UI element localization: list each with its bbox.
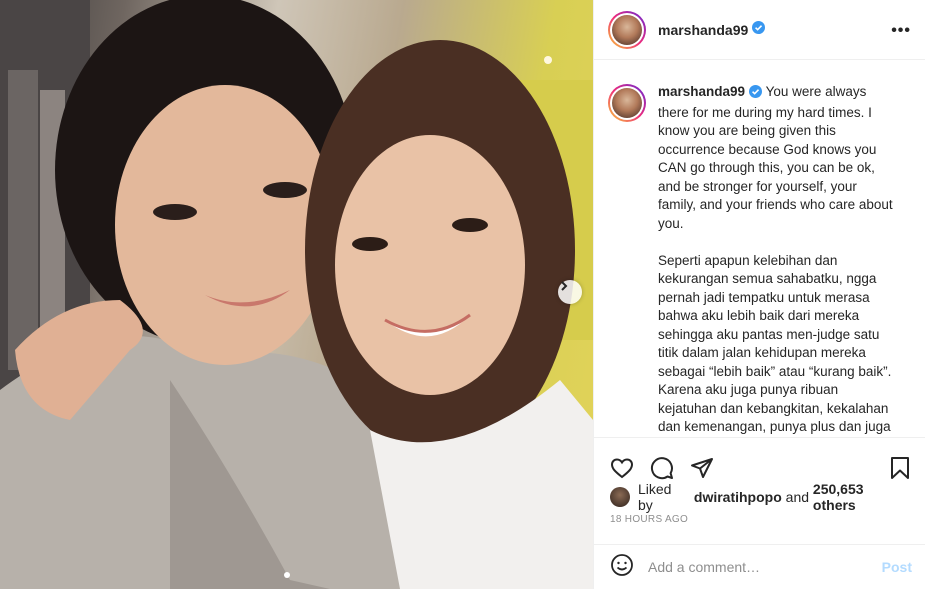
post-side-panel: marshanda99 ••• marshanda99 You were alw… xyxy=(593,0,925,589)
likes-count[interactable]: 250,653 others xyxy=(813,481,910,513)
verified-badge-icon xyxy=(749,85,763,104)
author-avatar[interactable] xyxy=(608,10,646,49)
emoji-icon[interactable] xyxy=(610,553,634,582)
caption: marshanda99 You were always there for me… xyxy=(658,83,898,437)
liker-avatar[interactable] xyxy=(610,487,630,507)
comment-icon[interactable] xyxy=(650,456,674,480)
author-username[interactable]: marshanda99 xyxy=(658,22,748,38)
selfie-illustration xyxy=(0,0,593,589)
liker-username[interactable]: dwiratihpopo xyxy=(694,489,782,505)
post-photo[interactable] xyxy=(0,0,593,589)
share-icon[interactable] xyxy=(690,456,714,480)
more-options-icon[interactable]: ••• xyxy=(891,22,911,40)
heart-icon[interactable] xyxy=(610,456,634,480)
caption-paragraph-1: You were always there for me during my h… xyxy=(658,84,893,231)
post-actions: Liked by dwiratihpopo and 250,653 others… xyxy=(594,437,925,537)
likes-summary[interactable]: Liked by dwiratihpopo and 250,653 others xyxy=(594,481,925,513)
caption-author-avatar[interactable] xyxy=(608,84,646,122)
caption-username[interactable]: marshanda99 xyxy=(658,84,745,99)
next-photo-button[interactable] xyxy=(558,280,582,304)
caption-area[interactable]: marshanda99 You were always there for me… xyxy=(594,61,925,437)
carousel-dot-active xyxy=(284,572,290,578)
comment-input[interactable]: Add a comment… xyxy=(648,559,882,575)
post-timestamp[interactable]: 18 HOURS AGO xyxy=(594,514,925,525)
caption-paragraph-2: Seperti apapun kelebihan dan kekurangan … xyxy=(658,252,892,435)
post-header: marshanda99 ••• xyxy=(594,0,925,60)
likes-prefix: Liked by xyxy=(637,481,672,513)
verified-badge-icon xyxy=(752,20,766,39)
likes-connector: and xyxy=(785,489,810,505)
post-comment-button[interactable]: Post xyxy=(882,559,912,575)
comment-bar: Add a comment… Post xyxy=(594,544,925,589)
bookmark-icon[interactable] xyxy=(888,456,912,480)
